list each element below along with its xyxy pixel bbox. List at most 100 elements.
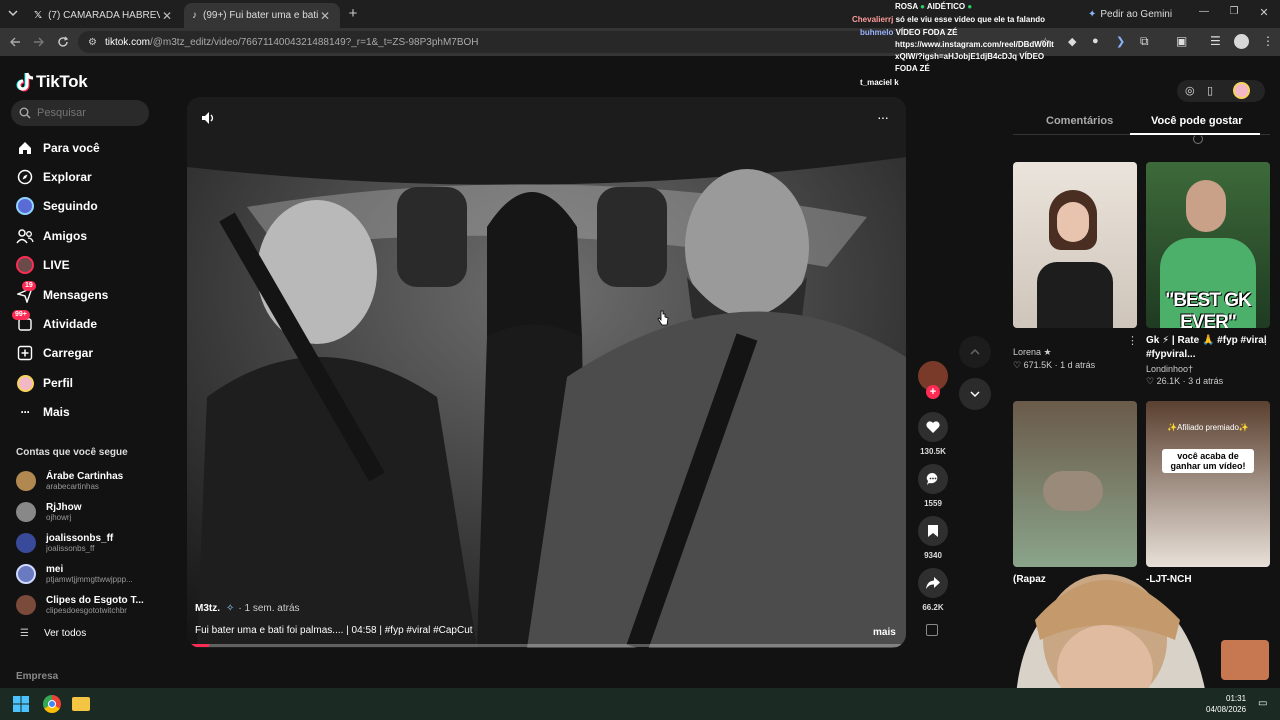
sparkle-icon: ✧: [226, 603, 235, 614]
chat-message: Chevalierrj só ele viu esse video que el…: [852, 15, 1045, 24]
save-action[interactable]: 9340: [918, 516, 948, 560]
followed-account[interactable]: Clipes do Esgoto T... clipesdoesgototwitc…: [16, 592, 146, 618]
card-menu-icon[interactable]: ⋮: [1260, 334, 1271, 347]
video-time-ago: · 1 sem. atrás: [238, 603, 300, 614]
video-thumbnail: [1013, 162, 1137, 328]
card-title[interactable]: Gk ⚡ | Rate 🙏 #fyp #viral #fypviral...: [1146, 334, 1270, 362]
tab-search-icon[interactable]: ▣: [1176, 34, 1187, 48]
site-info-icon[interactable]: ⚙: [88, 37, 97, 48]
nav-mais[interactable]: ··· Mais: [16, 401, 70, 423]
video-caption[interactable]: Fui bater uma e bati foi palmas.... | 04…: [195, 625, 473, 636]
user-avatar[interactable]: [1233, 82, 1250, 99]
nav-mensagens[interactable]: 19 Mensagens: [16, 281, 108, 306]
maximize-button[interactable]: ❐: [1226, 6, 1242, 20]
nav-amigos[interactable]: Amigos: [16, 225, 87, 247]
chevron-down-icon: [8, 10, 18, 17]
next-video-button[interactable]: [959, 378, 991, 410]
sidebar: TikTok Para você Explorar Seguindo Amigo…: [0, 56, 168, 688]
nav-carregar[interactable]: Carregar: [16, 342, 93, 364]
logo-text: TikTok: [36, 72, 88, 91]
tab-voce-pode-gostar[interactable]: Você pode gostar: [1151, 115, 1242, 127]
taskbar-clock[interactable]: 01:31 04/08/2026: [1206, 693, 1246, 715]
device-icon[interactable]: ▯: [1207, 84, 1213, 97]
like-count: 130.5K: [920, 447, 946, 456]
panel-toolbar: ◎ ▯: [1177, 80, 1265, 102]
close-tab-icon[interactable]: ✕: [318, 9, 332, 23]
followed-account[interactable]: RjJhow ojhowrj: [16, 499, 146, 525]
search-icon: [19, 107, 31, 119]
card-author[interactable]: Londinhoo†: [1146, 364, 1270, 374]
extension-icon[interactable]: ●: [1092, 35, 1099, 47]
nav-atividade[interactable]: 99+ Atividade: [12, 310, 97, 335]
profile-avatar[interactable]: [1234, 34, 1249, 49]
loading-spinner-icon: [1193, 134, 1203, 144]
search-input[interactable]: [37, 107, 137, 119]
mouse-cursor-icon: [657, 310, 669, 326]
card-menu-icon[interactable]: ⋮: [1127, 334, 1138, 347]
back-button[interactable]: [8, 35, 22, 49]
close-window-button[interactable]: ✕: [1256, 6, 1272, 20]
side-panel-icon[interactable]: ☰: [1210, 34, 1221, 48]
close-tab-icon[interactable]: ✕: [160, 9, 174, 23]
target-icon[interactable]: ◎: [1185, 84, 1195, 97]
gemini-button[interactable]: ✦ Pedir ao Gemini: [1088, 6, 1172, 22]
prev-video-button[interactable]: [959, 336, 991, 368]
followed-account[interactable]: mei ptjamwtjjmmgttwwjppp...: [16, 561, 146, 587]
recommended-video-card[interactable]: Lorena ★ ♡ 671.5K · 1 d atrás: [1013, 162, 1137, 371]
tab-comentarios[interactable]: Comentários: [1046, 115, 1113, 127]
forward-button[interactable]: [32, 35, 46, 49]
nav-para-voce[interactable]: Para você: [16, 137, 100, 159]
windows-start-icon[interactable]: [13, 696, 29, 712]
video-frame: [187, 97, 906, 648]
caption-more-button[interactable]: mais: [873, 627, 896, 638]
more-actions-icon[interactable]: [926, 624, 938, 636]
share-action[interactable]: 66.2K: [918, 568, 948, 612]
upload-icon: [17, 345, 33, 361]
nav-perfil[interactable]: Perfil: [16, 372, 73, 394]
nav-live[interactable]: LIVE: [16, 254, 70, 276]
tab-label: (7) CAMARADA HABREVA ↗ ne: [48, 10, 160, 21]
tab-tiktok-active[interactable]: ♪ (99+) Fui bater uma e bati foi pa ✕: [184, 3, 340, 28]
tab-camarada[interactable]: 𝕏 (7) CAMARADA HABREVA ↗ ne ✕: [26, 3, 182, 28]
like-action[interactable]: 130.5K: [918, 412, 948, 456]
recommended-video-card[interactable]: "BEST GK EVER" Gk ⚡ | Rate 🙏 #fyp #viral…: [1146, 162, 1270, 387]
x-logo-icon: 𝕏: [34, 10, 43, 21]
video-progress-fill: [187, 644, 209, 647]
extension-icon[interactable]: ❯: [1116, 35, 1125, 48]
comment-action[interactable]: 1559: [918, 464, 948, 508]
creator-avatar[interactable]: +: [918, 361, 948, 399]
reload-button[interactable]: [56, 35, 70, 49]
activity-badge: 99+: [12, 310, 30, 320]
nav-explorar[interactable]: Explorar: [16, 166, 92, 188]
file-explorer-icon[interactable]: [72, 697, 90, 711]
new-tab-button[interactable]: +: [345, 6, 361, 22]
browser-tab-bar: 𝕏 (7) CAMARADA HABREVA ↗ ne ✕ ♪ (99+) Fu…: [0, 0, 1280, 28]
video-progress-bar[interactable]: [187, 644, 906, 647]
video-menu-icon[interactable]: ···: [877, 109, 889, 125]
chevron-down-icon: [970, 391, 980, 398]
card-thumbnail-partial: [1221, 640, 1269, 680]
search-box[interactable]: [11, 100, 149, 126]
back-arrow-icon: [10, 37, 20, 47]
nav-seguindo[interactable]: Seguindo: [16, 195, 98, 217]
footer-link-empresa[interactable]: Empresa: [16, 671, 58, 682]
notification-icon[interactable]: ▭: [1258, 698, 1267, 709]
followed-account[interactable]: Árabe Cartinhas arabecartinhas: [16, 468, 146, 494]
see-all-button[interactable]: ☰ Ver todos: [20, 628, 86, 639]
tiktok-logo[interactable]: TikTok: [16, 72, 88, 92]
tab-search-button[interactable]: [6, 6, 20, 20]
follow-plus-icon[interactable]: +: [926, 385, 940, 399]
video-player[interactable]: ··· M3tz. ✧ · 1 sem. atrás Fui bater uma…: [187, 97, 906, 648]
menu-kebab-icon[interactable]: ⋮: [1262, 34, 1274, 48]
volume-icon[interactable]: [201, 111, 217, 125]
followed-account[interactable]: joalissonbs_ff joalissonbs_ff: [16, 530, 146, 556]
chrome-taskbar-icon[interactable]: [43, 695, 61, 713]
url-host: tiktok.com: [104, 36, 150, 48]
card-author[interactable]: Lorena ★: [1013, 347, 1137, 358]
chat-emote-icon: ●: [920, 2, 925, 11]
url-input[interactable]: ⚙ tiktok.com /@m3tz_editz/video/76671140…: [78, 31, 938, 53]
extensions-puzzle-icon[interactable]: ⧉: [1140, 34, 1149, 49]
minimize-button[interactable]: —: [1196, 6, 1212, 20]
video-author[interactable]: M3tz.: [195, 603, 220, 614]
card-meta: ♡ 671.5K · 1 d atrás: [1013, 360, 1096, 370]
